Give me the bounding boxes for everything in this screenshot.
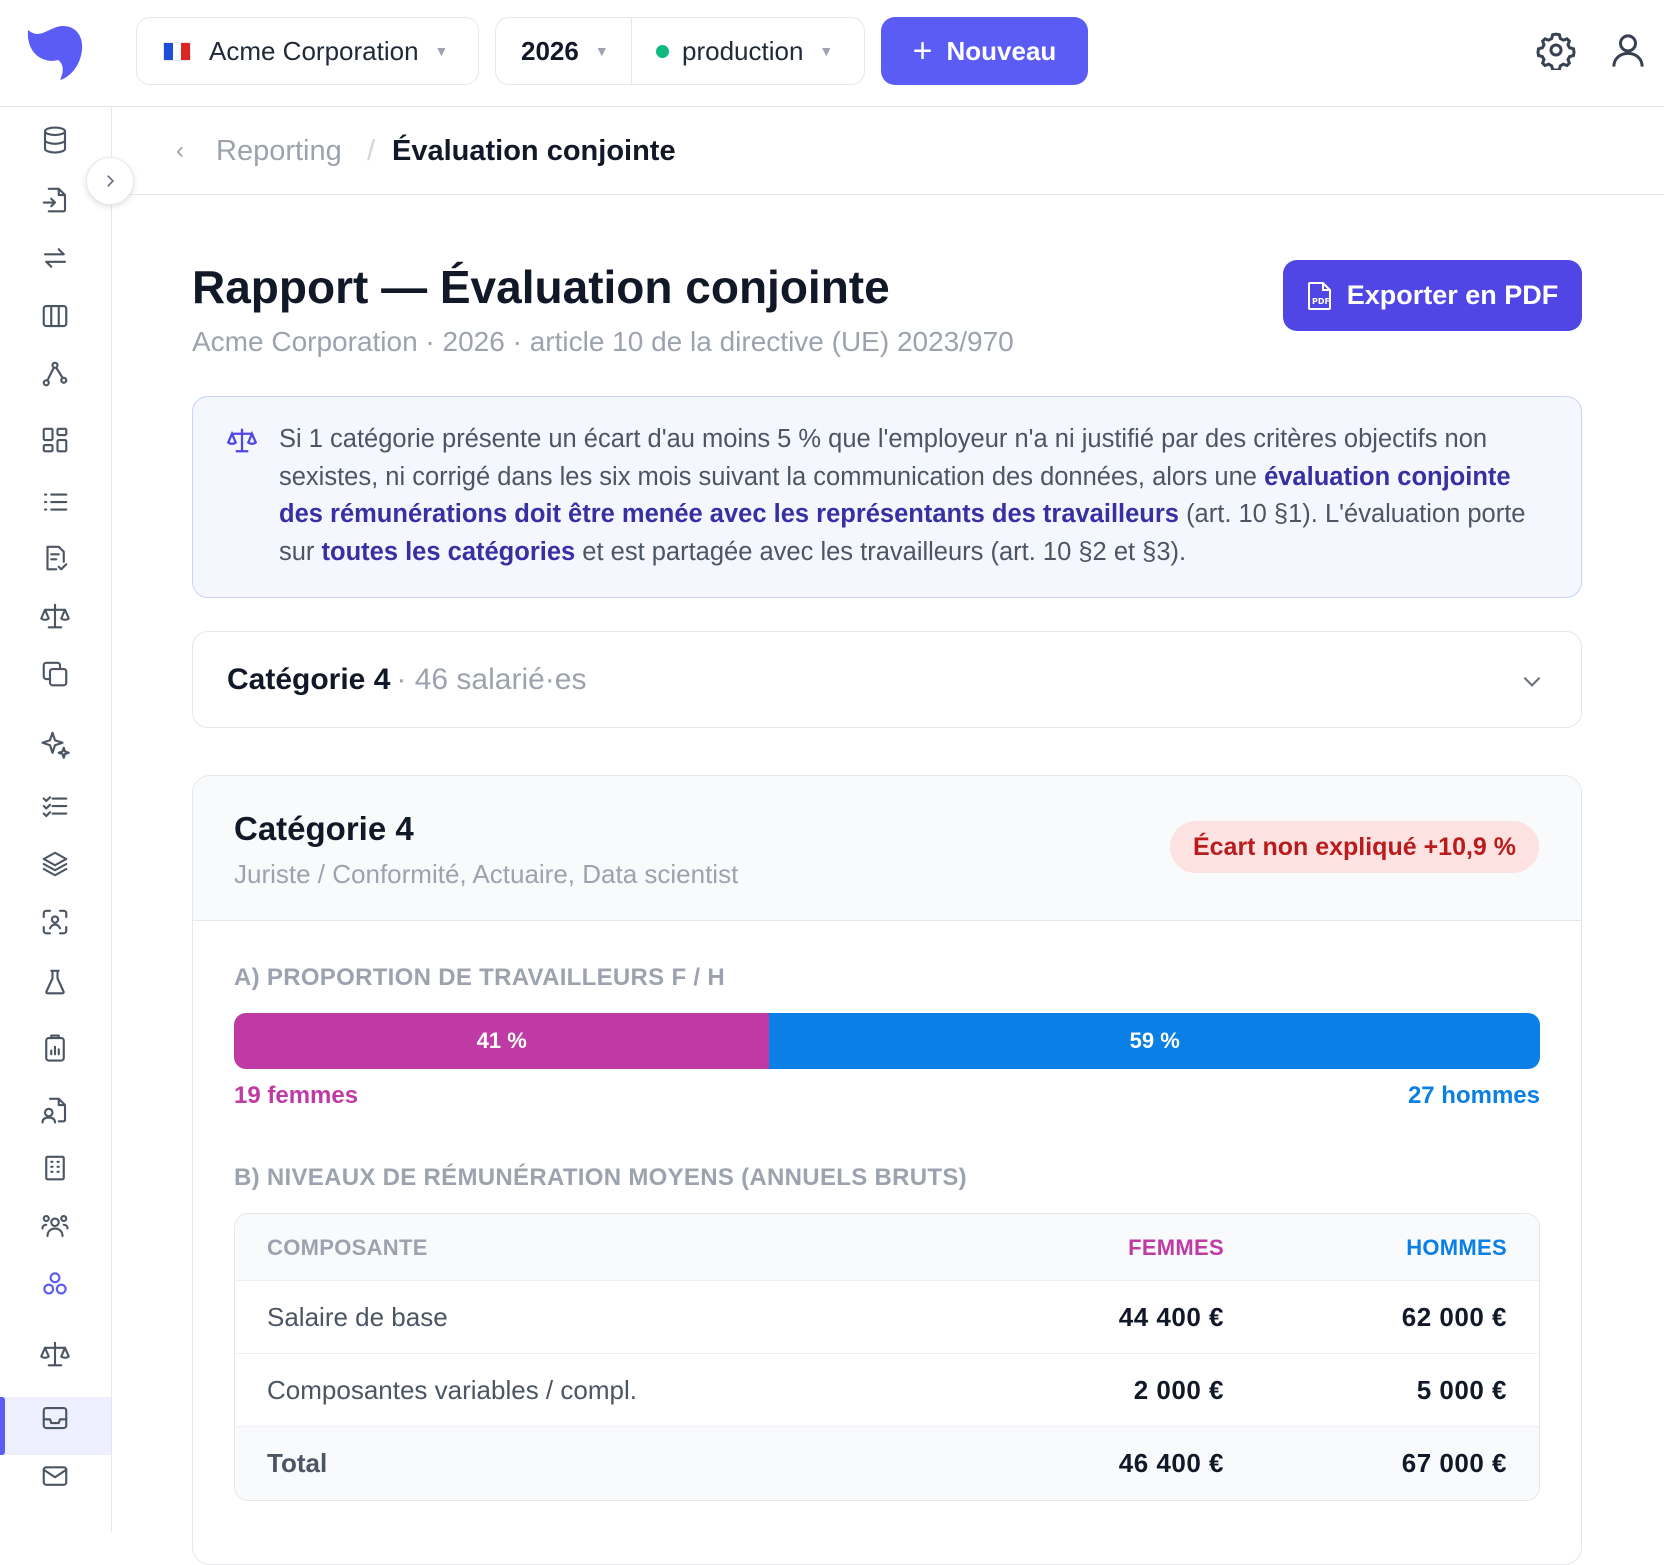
chevron-right-icon [107,175,115,187]
scale-icon[interactable] [36,597,74,635]
table-total-row: Total 46 400 € 67 000 € [235,1427,1539,1500]
section-b-heading: B) NIVEAUX DE RÉMUNÉRATION MOYENS (ANNUE… [234,1164,967,1191]
gender-proportion-bar: 41 % 59 % [234,1013,1540,1069]
svg-text:PDF: PDF [1312,297,1330,306]
category-dropdown-count: · 46 salarié·es [396,662,587,696]
women-count: 19 femmes [234,1082,359,1109]
transfer-icon[interactable] [36,239,74,277]
mail-icon[interactable] [36,1457,74,1495]
balance-icon[interactable] [36,1335,74,1373]
pdf-file-icon: PDF [1307,281,1331,310]
export-pdf-label: Exporter en PDF [1346,280,1559,310]
sidebar-expand-button[interactable] [86,157,134,205]
chevron-left-icon[interactable]: ‹ [176,137,184,165]
info-text-part: et est partagée avec les travailleurs (a… [575,537,1187,566]
clipboard-chart-icon[interactable] [36,1029,74,1067]
scale-icon [227,428,257,453]
flask-icon[interactable] [36,963,74,1001]
chevron-down-icon: ▼ [819,43,834,59]
women-proportion-segment: 41 % [234,1013,770,1069]
database-icon[interactable] [36,121,74,159]
export-pdf-button[interactable]: PDF Exporter en PDF [1283,260,1582,331]
new-button[interactable]: + Nouveau [881,17,1088,85]
network-icon[interactable] [36,355,74,393]
breadcrumb-current: Évaluation conjointe [392,135,676,167]
page-subtitle: Acme Corporation · 2026 · article 10 de … [192,326,1014,357]
gear-icon[interactable] [1536,30,1576,70]
checklist-icon[interactable] [36,787,74,825]
list-icon[interactable] [36,483,74,521]
column-header-women: FEMMES [1128,1235,1224,1260]
category-title: Catégorie 4 [234,810,414,847]
document-check-icon[interactable] [36,539,74,577]
sidebar [0,107,112,1532]
men-value: 62 000 € [1401,1302,1507,1332]
status-dot [656,44,669,58]
france-flag-icon [163,41,191,61]
company-selector[interactable]: Acme Corporation ▼ [136,17,479,85]
category-card-header: Catégorie 4 Juriste / Conformité, Actuai… [193,776,1581,921]
women-value: 46 400 € [1118,1448,1224,1478]
new-button-label: Nouveau [946,35,1057,66]
page-title: Rapport — Évaluation conjointe [192,261,890,313]
info-callout: Si 1 catégorie présente un écart d'au mo… [192,396,1582,598]
groups-icon[interactable] [36,1265,74,1303]
category-dropdown[interactable]: Catégorie 4 · 46 salarié·es [192,631,1582,728]
scan-face-icon[interactable] [36,903,74,941]
men-count: 27 hommes [1407,1082,1540,1109]
environment-value: production [682,35,804,66]
row-label: Composantes variables / compl. [267,1375,637,1405]
sparkles-icon[interactable] [36,725,74,763]
info-text-bold: toutes les catégories [321,537,576,566]
row-label: Salaire de base [267,1302,448,1332]
table-row: Composantes variables / compl. 2 000 € 5… [235,1354,1539,1427]
building-icon[interactable] [36,1149,74,1187]
chevron-down-icon: ▼ [594,43,609,59]
copy-icon[interactable] [36,655,74,693]
men-value: 5 000 € [1416,1375,1507,1405]
team-icon[interactable] [36,1207,74,1245]
category-jobs: Juriste / Conformité, Actuaire, Data sci… [234,859,739,889]
men-value: 67 000 € [1401,1448,1507,1478]
columns-icon[interactable] [36,297,74,335]
chevron-down-icon [1523,676,1541,687]
top-bar: Acme Corporation ▼ 2026 ▼ production ▼ +… [0,0,1664,107]
women-value: 2 000 € [1133,1375,1224,1405]
info-text: Si 1 catégorie présente un écart d'au mo… [279,421,1549,571]
file-import-icon[interactable] [36,181,74,219]
plus-icon: + [912,32,933,70]
women-value: 44 400 € [1118,1302,1224,1332]
column-header-men: HOMMES [1406,1235,1507,1260]
breadcrumb-separator: / [367,135,376,167]
year-environment-selector: 2026 ▼ production ▼ [495,17,865,85]
table-row: Salaire de base 44 400 € 62 000 € [235,1281,1539,1354]
column-header-component: COMPOSANTE [267,1235,428,1260]
user-icon[interactable] [1608,30,1648,70]
app-logo[interactable] [24,20,86,82]
chevron-down-icon: ▼ [434,43,449,59]
men-proportion-segment: 59 % [769,1013,1540,1069]
breadcrumb: ‹ Reporting / Évaluation conjointe [112,107,1664,195]
inbox-icon[interactable] [36,1399,74,1437]
company-name: Acme Corporation [209,35,419,66]
table-header-row: COMPOSANTE FEMMES HOMMES [235,1214,1539,1281]
year-selector[interactable]: 2026 ▼ [496,18,632,84]
breadcrumb-parent-link[interactable]: Reporting [216,135,342,168]
year-value: 2026 [521,35,579,66]
pay-table: COMPOSANTE FEMMES HOMMES Salaire de base… [234,1213,1540,1501]
environment-selector[interactable]: production ▼ [632,36,833,67]
gap-badge: Écart non expliqué +10,9 % [1170,821,1539,873]
file-user-icon[interactable] [36,1091,74,1129]
dashboard-icon[interactable] [36,421,74,459]
layers-icon[interactable] [36,845,74,883]
row-label: Total [267,1448,328,1478]
category-dropdown-name: Catégorie 4 [227,662,391,696]
section-a-heading: A) PROPORTION DE TRAVAILLEURS F / H [234,964,725,991]
category-card: Catégorie 4 Juriste / Conformité, Actuai… [192,775,1582,1565]
